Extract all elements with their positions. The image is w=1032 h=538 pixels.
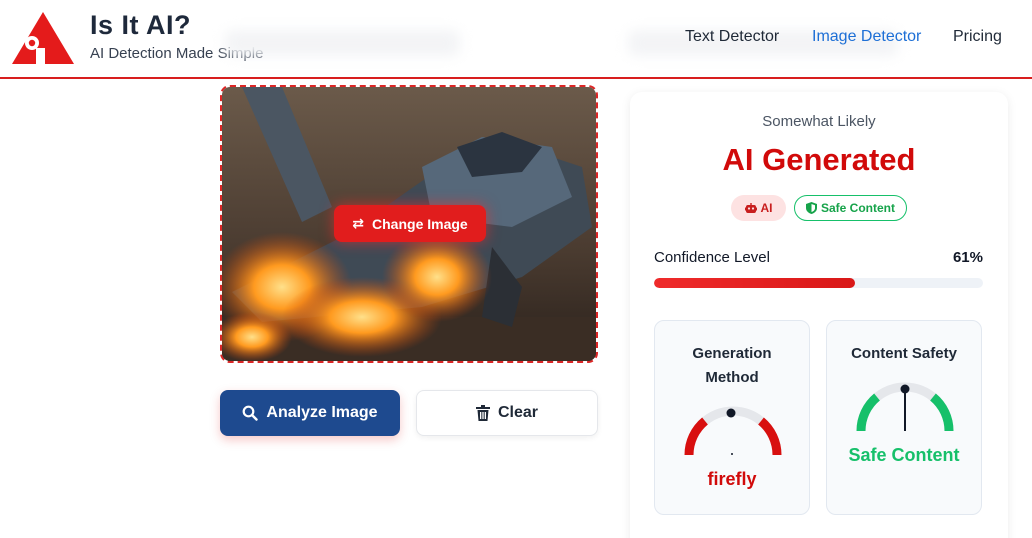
- confidence-bar-fill: [654, 278, 855, 288]
- image-preview[interactable]: ⇄ Change Image: [220, 85, 598, 363]
- shield-icon: [805, 202, 817, 214]
- safety-gauge-icon: [856, 382, 954, 432]
- generation-method-title: Generation Method: [655, 342, 809, 390]
- safe-content-badge: Safe Content: [794, 195, 907, 221]
- change-image-button[interactable]: ⇄ Change Image: [334, 205, 486, 242]
- nav-image-detector[interactable]: Image Detector: [812, 28, 921, 46]
- safe-badge-label: Safe Content: [820, 201, 895, 215]
- site-header: Is It AI? AI Detection Made Simple Text …: [0, 0, 1032, 79]
- confidence-bar: [654, 278, 983, 288]
- clear-button[interactable]: Clear: [416, 390, 598, 436]
- blurred-placeholder: [225, 30, 460, 56]
- clear-label: Clear: [497, 404, 539, 421]
- content-safety-value: Safe Content: [848, 445, 960, 465]
- brand-title[interactable]: Is It AI?: [90, 10, 191, 41]
- content-safety-title: Content Safety: [851, 345, 957, 362]
- search-icon: [243, 405, 259, 421]
- trash-icon: [475, 405, 490, 421]
- content-safety-card: Content Safety Safe Content: [826, 320, 982, 515]
- logo-icon[interactable]: [12, 12, 74, 64]
- analyze-image-label: Analyze Image: [266, 404, 378, 421]
- ai-badge-label: AI: [760, 201, 773, 215]
- results-panel: Somewhat Likely AI Generated AI Safe Con…: [630, 92, 1008, 538]
- nav-text-detector[interactable]: Text Detector: [685, 28, 779, 46]
- analyze-image-button[interactable]: Analyze Image: [220, 390, 400, 436]
- swap-arrows-icon: ⇄: [352, 215, 365, 231]
- generation-gauge-icon: [684, 406, 782, 456]
- confidence-value: 61%: [952, 249, 983, 266]
- generation-method-card: Generation Method firefly: [654, 320, 810, 515]
- confidence-label: Confidence Level: [654, 249, 770, 266]
- generation-title-line2: Method: [705, 369, 759, 386]
- robot-icon: [744, 202, 757, 213]
- nav-pricing[interactable]: Pricing: [953, 28, 1002, 46]
- generation-title-line1: Generation: [692, 345, 772, 362]
- verdict-heading: AI Generated: [722, 142, 916, 177]
- likelihood-text: Somewhat Likely: [762, 113, 876, 130]
- ai-badge: AI: [731, 195, 786, 221]
- generation-method-value: firefly: [707, 469, 757, 489]
- change-image-label: Change Image: [372, 215, 468, 232]
